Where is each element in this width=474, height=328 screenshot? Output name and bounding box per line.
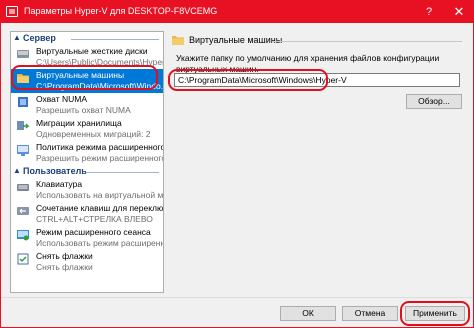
tree-item-enhanced-session-policy[interactable]: Политика режима расширенного... Разрешит… xyxy=(11,141,163,165)
highlight-annotation xyxy=(400,301,470,326)
ok-button[interactable]: ОК xyxy=(280,306,336,321)
highlight-annotation xyxy=(11,65,158,90)
title-bar[interactable]: Параметры Hyper-V для DESKTOP-F8VCEMG ? … xyxy=(1,1,473,23)
item-value: Разрешить режим расширенного с... xyxy=(36,153,164,163)
checkbox-icon xyxy=(17,253,29,265)
cancel-button[interactable]: Отмена xyxy=(342,306,398,321)
policy-icon xyxy=(17,145,29,156)
browse-button[interactable]: Обзор... xyxy=(406,94,462,109)
highlight-annotation xyxy=(168,69,328,91)
details-panel: Виртуальные машины Укажите папку по умол… xyxy=(168,31,466,293)
window-title: Параметры Hyper-V для DESKTOP-F8VCEMG xyxy=(24,6,218,16)
session-icon xyxy=(17,230,29,241)
item-name: Политика режима расширенного... xyxy=(36,142,164,152)
settings-window: Параметры Hyper-V для DESKTOP-F8VCEMG ? … xyxy=(0,0,474,328)
section-label: Пользователь xyxy=(23,166,87,176)
item-name: Сочетание клавиш для переклю... xyxy=(36,203,164,213)
keyboard-icon xyxy=(17,184,29,191)
tree-item-numa-spanning[interactable]: Охват NUMA Разрешить охват NUMA xyxy=(11,93,163,117)
numa-icon xyxy=(18,97,28,107)
item-name: Снять флажки xyxy=(36,251,93,261)
migration-icon xyxy=(17,121,30,130)
item-name: Режим расширенного сеанса xyxy=(36,227,151,237)
tree-item-storage-migrations[interactable]: Миграции хранилища Одновременных миграци… xyxy=(11,117,163,141)
item-value: Разрешить охват NUMA xyxy=(36,105,131,115)
tree-item-enhanced-session[interactable]: Режим расширенного сеанса Использовать р… xyxy=(11,226,163,250)
panel-header: Виртуальные машины xyxy=(172,34,462,48)
tree-item-release-key[interactable]: Сочетание клавиш для переклю... CTRL+ALT… xyxy=(11,202,163,226)
chevron-up-icon[interactable]: ▲ xyxy=(13,33,23,43)
hotkey-icon xyxy=(17,207,29,215)
item-value: CTRL+ALT+СТРЕЛКА ВЛЕВО xyxy=(36,214,153,224)
item-name: Клавиатура xyxy=(36,179,83,189)
tree-item-keyboard[interactable]: Клавиатура Использовать на виртуальной м… xyxy=(11,178,163,202)
footer-divider xyxy=(1,297,473,298)
item-name: Охват NUMA xyxy=(36,94,88,104)
section-server[interactable]: ▲ Сервер xyxy=(11,33,163,45)
disk-icon xyxy=(17,50,29,58)
folder-icon xyxy=(172,36,184,45)
section-user[interactable]: ▲ Пользователь xyxy=(11,166,163,178)
item-name: Миграции хранилища xyxy=(36,118,122,128)
help-button[interactable]: ? xyxy=(415,1,443,23)
item-value: Использовать на виртуальной маши... xyxy=(36,190,164,200)
chevron-up-icon[interactable]: ▲ xyxy=(13,166,23,176)
item-value: Использовать режим расширенно... xyxy=(36,238,164,248)
panel-title: Виртуальные машины xyxy=(189,35,283,45)
hyperv-app-icon xyxy=(6,6,18,17)
close-button[interactable]: ✕ xyxy=(445,1,473,23)
item-value: Одновременных миграций: 2 xyxy=(36,129,151,139)
section-label: Сервер xyxy=(23,33,56,43)
section-divider xyxy=(71,39,159,40)
tree-item-reset-checkboxes[interactable]: Снять флажки Снять флажки xyxy=(11,250,163,274)
header-divider xyxy=(272,41,462,42)
section-divider xyxy=(87,172,159,173)
item-value: Снять флажки xyxy=(36,262,93,272)
item-name: Виртуальные жесткие диски xyxy=(36,46,148,56)
